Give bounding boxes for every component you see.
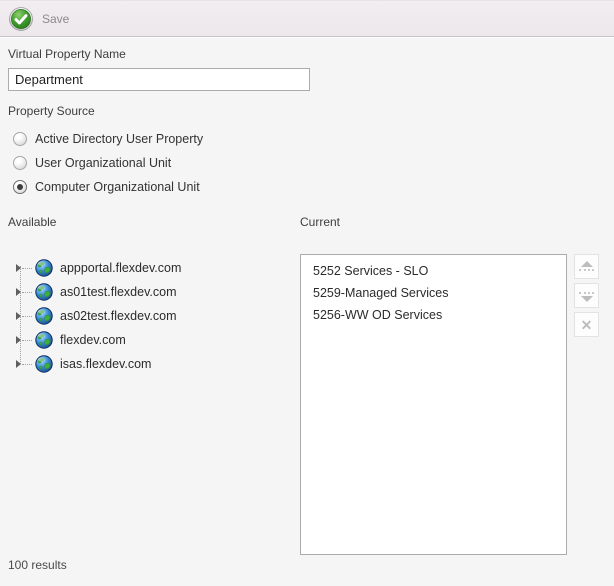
save-button-label: Save	[42, 12, 69, 26]
current-list-item[interactable]: 5252 Services - SLO	[301, 261, 566, 283]
radio-icon[interactable]	[13, 132, 27, 146]
tree-item-domain[interactable]: appportal.flexdev.com	[8, 256, 300, 280]
expander-icon[interactable]	[16, 288, 21, 296]
current-label: Current	[300, 215, 340, 229]
radio-icon[interactable]	[13, 156, 27, 170]
property-source-radio-option[interactable]: Computer Organizational Unit	[13, 179, 606, 194]
up-arrow-icon	[581, 261, 593, 267]
tree-connector-line	[22, 268, 32, 269]
property-source-label: Property Source	[8, 104, 606, 118]
globe-icon	[35, 355, 53, 373]
radio-option-label: User Organizational Unit	[35, 156, 171, 170]
results-count: 100 results	[8, 558, 606, 572]
tree-item-domain[interactable]: as02test.flexdev.com	[8, 304, 300, 328]
x-icon: ✕	[581, 318, 593, 332]
globe-icon	[35, 307, 53, 325]
tree-item-label: as02test.flexdev.com	[60, 309, 177, 323]
current-panel: 5252 Services - SLO 5259-Managed Service…	[300, 254, 599, 555]
tree-item-domain[interactable]: isas.flexdev.com	[8, 352, 300, 376]
current-listbox[interactable]: 5252 Services - SLO 5259-Managed Service…	[300, 254, 567, 555]
tree-connector-line	[22, 292, 32, 293]
current-list-item[interactable]: 5259-Managed Services	[301, 283, 566, 305]
columns-header: Available Current	[8, 215, 606, 229]
remove-button[interactable]: ✕	[574, 312, 599, 337]
property-source-radio-group: Active Directory User Property User Orga…	[8, 131, 606, 194]
expander-icon[interactable]	[16, 336, 21, 344]
main-content: Virtual Property Name Property Source Ac…	[0, 37, 614, 572]
available-domains-tree: appportal.flexdev.com	[8, 254, 300, 376]
tree-connector-line	[22, 340, 32, 341]
columns: appportal.flexdev.com	[8, 254, 606, 555]
globe-icon	[35, 283, 53, 301]
tree-item-domain[interactable]: flexdev.com	[8, 328, 300, 352]
current-list-item[interactable]: 5256-WW OD Services	[301, 305, 566, 327]
radio-icon[interactable]	[13, 180, 27, 194]
virtual-property-name-input[interactable]	[8, 68, 310, 91]
radio-option-label: Active Directory User Property	[35, 132, 203, 146]
globe-icon	[35, 331, 53, 349]
expander-icon[interactable]	[16, 312, 21, 320]
available-label: Available	[8, 215, 300, 229]
property-source-radio-option[interactable]: Active Directory User Property	[13, 131, 606, 146]
virtual-property-name-label: Virtual Property Name	[8, 47, 606, 61]
move-down-button[interactable]	[574, 283, 599, 308]
tree-item-label: as01test.flexdev.com	[60, 285, 177, 299]
tree-item-label: appportal.flexdev.com	[60, 261, 181, 275]
available-panel: appportal.flexdev.com	[8, 254, 300, 376]
property-source-radio-option[interactable]: User Organizational Unit	[13, 155, 606, 170]
save-check-icon	[9, 7, 33, 31]
toolbar: Save	[0, 0, 614, 37]
globe-icon	[35, 259, 53, 277]
save-button[interactable]: Save	[9, 7, 69, 31]
expander-icon[interactable]	[16, 360, 21, 368]
radio-option-label: Computer Organizational Unit	[35, 180, 200, 194]
up-arrow-baseline	[579, 269, 594, 271]
list-action-buttons: ✕	[574, 254, 599, 337]
tree-item-label: flexdev.com	[60, 333, 126, 347]
tree-connector-line	[22, 364, 32, 365]
tree-connector-line	[22, 316, 32, 317]
tree-item-domain[interactable]: as01test.flexdev.com	[8, 280, 300, 304]
expander-icon[interactable]	[16, 264, 21, 272]
move-up-button[interactable]	[574, 254, 599, 279]
tree-item-label: isas.flexdev.com	[60, 357, 151, 371]
down-arrow-icon	[581, 296, 593, 302]
down-arrow-baseline	[579, 292, 594, 294]
